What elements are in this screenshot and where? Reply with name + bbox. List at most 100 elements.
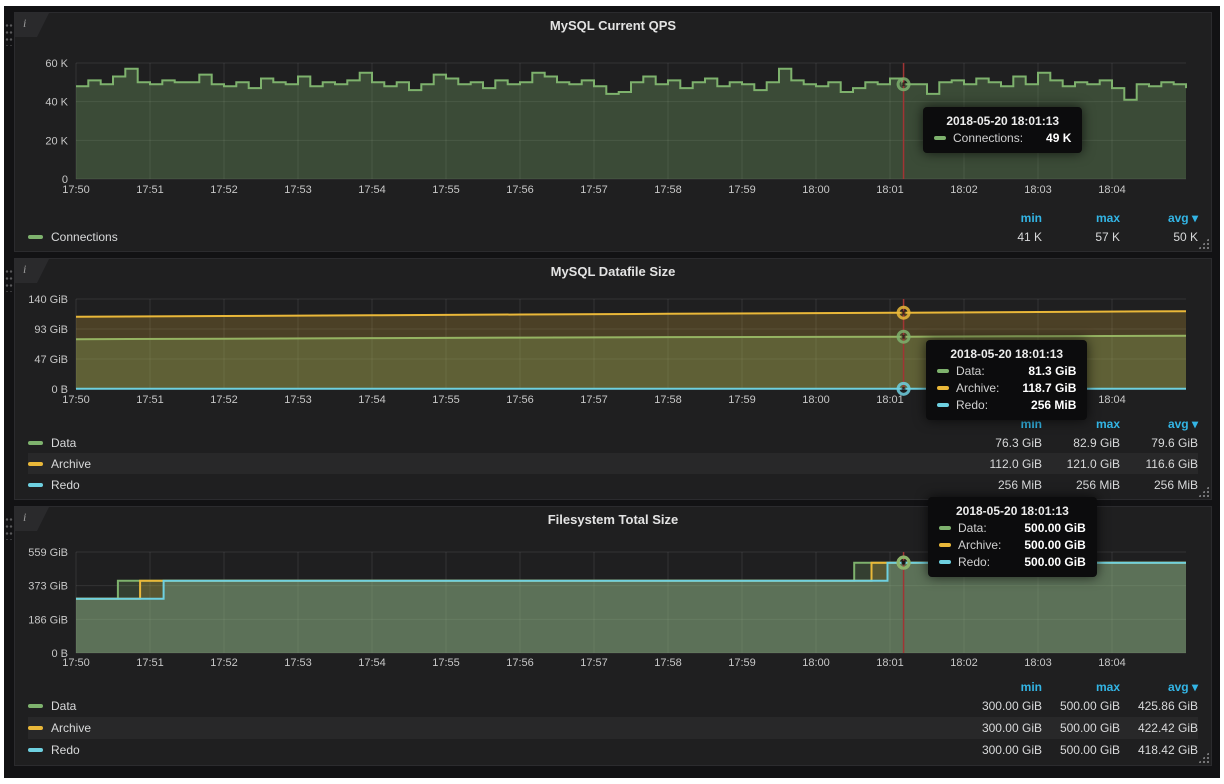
legend-value-max: 500.00 GiB bbox=[1042, 721, 1120, 735]
x-axis-tick-label: 17:51 bbox=[136, 657, 164, 669]
x-axis-tick-label: 18:01 bbox=[876, 394, 904, 406]
x-axis-tick-label: 17:50 bbox=[62, 394, 90, 406]
legend-row-data: Data300.00 GiB500.00 GiB425.86 GiB bbox=[28, 695, 1198, 717]
x-axis-tick-label: 18:00 bbox=[802, 394, 830, 406]
x-axis-tick-label: 17:58 bbox=[654, 184, 682, 196]
y-axis-tick-label: 140 GiB bbox=[28, 294, 68, 306]
y-axis-tick-label: 186 GiB bbox=[28, 614, 68, 626]
x-axis-tick-label: 17:51 bbox=[136, 394, 164, 406]
legend-value-max: 57 K bbox=[1042, 230, 1120, 244]
legend-series-toggle-archive[interactable]: Archive bbox=[28, 457, 964, 471]
x-axis-tick-label: 18:01 bbox=[876, 184, 904, 196]
panel-drag-handle[interactable] bbox=[5, 22, 13, 46]
panel-drag-handle[interactable] bbox=[5, 516, 13, 540]
legend-header-avg[interactable]: avg ▾ bbox=[1120, 680, 1198, 694]
legend-row-redo: Redo300.00 GiB500.00 GiB418.42 GiB bbox=[28, 739, 1198, 761]
series-color-dash-icon bbox=[937, 369, 949, 373]
x-axis-tick-label: 17:52 bbox=[210, 184, 238, 196]
tooltip-row-redo: Redo:256 MiB bbox=[937, 398, 1076, 412]
tooltip-series-value: 118.7 GiB bbox=[1006, 381, 1076, 395]
legend-value-max: 500.00 GiB bbox=[1042, 743, 1120, 757]
tooltip-series-value: 256 MiB bbox=[1015, 398, 1076, 412]
graph-tooltip: 2018-05-20 18:01:13Data:500.00 GiBArchiv… bbox=[928, 497, 1097, 577]
x-axis-tick-label: 17:56 bbox=[506, 657, 534, 669]
x-axis-tick-label: 18:03 bbox=[1024, 184, 1052, 196]
x-axis-tick-label: 18:04 bbox=[1098, 657, 1126, 669]
x-axis-tick-label: 17:57 bbox=[580, 657, 608, 669]
legend-header-max[interactable]: max bbox=[1042, 211, 1120, 225]
legend-series-toggle-archive[interactable]: Archive bbox=[28, 721, 964, 735]
tooltip-timestamp: 2018-05-20 18:01:13 bbox=[934, 114, 1071, 128]
crosshair-point-center bbox=[902, 82, 906, 86]
legend-header-min[interactable]: min bbox=[964, 211, 1042, 225]
legend-series-toggle-connections[interactable]: Connections bbox=[28, 230, 964, 244]
tooltip-series-name: Data: bbox=[958, 521, 987, 535]
grafana-dashboard: { "colors": { "green": "#7eb26d", "yello… bbox=[0, 0, 1224, 784]
x-axis-tick-label: 17:59 bbox=[728, 184, 756, 196]
tooltip-series-name: Connections: bbox=[953, 131, 1023, 145]
legend: minmaxavg ▾Data300.00 GiB500.00 GiB425.8… bbox=[15, 678, 1211, 765]
tooltip-row-archive: Archive: 500.00 GiB bbox=[939, 538, 1086, 552]
x-axis-tick-label: 17:53 bbox=[284, 394, 312, 406]
series-color-dash-icon bbox=[934, 136, 946, 140]
legend-value-avg: 79.6 GiB bbox=[1120, 436, 1198, 450]
series-color-dash-icon bbox=[28, 748, 43, 752]
legend-value-min: 300.00 GiB bbox=[964, 743, 1042, 757]
legend-header-avg[interactable]: avg ▾ bbox=[1120, 417, 1198, 431]
legend-header-max[interactable]: max bbox=[1042, 680, 1120, 694]
x-axis-tick-label: 18:03 bbox=[1024, 657, 1052, 669]
y-axis-tick-label: 20 K bbox=[45, 135, 68, 147]
legend-header-min[interactable]: min bbox=[964, 680, 1042, 694]
x-axis-tick-label: 17:58 bbox=[654, 394, 682, 406]
x-axis-tick-label: 18:04 bbox=[1098, 184, 1126, 196]
x-axis-tick-label: 17:51 bbox=[136, 184, 164, 196]
x-axis-tick-label: 17:53 bbox=[284, 657, 312, 669]
tooltip-series-name: Archive: bbox=[958, 538, 1001, 552]
x-axis-tick-label: 18:01 bbox=[876, 657, 904, 669]
tooltip-row-data: Data:81.3 GiB bbox=[937, 364, 1076, 378]
legend-row-data: Data76.3 GiB82.9 GiB79.6 GiB bbox=[28, 432, 1198, 453]
series-color-dash-icon bbox=[937, 386, 949, 390]
x-axis-tick-label: 17:57 bbox=[580, 394, 608, 406]
legend-header-row: minmaxavg ▾ bbox=[28, 678, 1198, 695]
legend-value-max: 500.00 GiB bbox=[1042, 699, 1120, 713]
tooltip-row-redo: Redo:500.00 GiB bbox=[939, 555, 1086, 569]
x-axis-tick-label: 18:00 bbox=[802, 657, 830, 669]
x-axis-tick-label: 17:55 bbox=[432, 184, 460, 196]
x-axis-tick-label: 17:56 bbox=[506, 184, 534, 196]
legend: minmaxavg ▾Connections41 K57 K50 K bbox=[15, 209, 1211, 251]
legend-series-toggle-data[interactable]: Data bbox=[28, 436, 964, 450]
x-axis-tick-label: 17:59 bbox=[728, 657, 756, 669]
legend-value-min: 76.3 GiB bbox=[964, 436, 1042, 450]
legend-value-avg: 422.42 GiB bbox=[1120, 721, 1198, 735]
legend-series-toggle-redo[interactable]: Redo bbox=[28, 478, 964, 492]
legend-value-avg: 425.86 GiB bbox=[1120, 699, 1198, 713]
series-color-dash-icon bbox=[28, 483, 43, 487]
tooltip-series-value: 500.00 GiB bbox=[1008, 538, 1085, 552]
legend-row-connections: Connections41 K57 K50 K bbox=[28, 227, 1198, 247]
legend-header-row: minmaxavg ▾ bbox=[28, 209, 1198, 227]
x-axis-tick-label: 18:02 bbox=[950, 184, 978, 196]
panel-title[interactable]: MySQL Datafile Size bbox=[15, 259, 1211, 285]
legend-value-min: 112.0 GiB bbox=[964, 457, 1042, 471]
series-color-dash-icon bbox=[937, 403, 949, 407]
panel-title[interactable]: MySQL Current QPS bbox=[15, 13, 1211, 39]
tooltip-timestamp: 2018-05-20 18:01:13 bbox=[937, 347, 1076, 361]
x-axis-tick-label: 17:57 bbox=[580, 184, 608, 196]
legend-header-avg[interactable]: avg ▾ bbox=[1120, 211, 1198, 225]
tooltip-series-value: 500.00 GiB bbox=[1008, 521, 1085, 535]
series-color-dash-icon bbox=[939, 526, 951, 530]
crosshair-point-center bbox=[902, 335, 906, 339]
legend-series-toggle-redo[interactable]: Redo bbox=[28, 743, 964, 757]
y-axis-tick-label: 60 K bbox=[45, 58, 68, 70]
series-color-dash-icon bbox=[28, 726, 43, 730]
panel-drag-handle[interactable] bbox=[5, 268, 13, 292]
crosshair-point-center bbox=[902, 561, 906, 565]
series-color-dash-icon bbox=[939, 560, 951, 564]
series-color-dash-icon bbox=[28, 462, 43, 466]
legend-row-archive: Archive112.0 GiB121.0 GiB116.6 GiB bbox=[28, 453, 1198, 474]
series-color-dash-icon bbox=[939, 543, 951, 547]
x-axis-tick-label: 17:58 bbox=[654, 657, 682, 669]
tooltip-series-name: Redo: bbox=[958, 555, 990, 569]
legend-series-toggle-data[interactable]: Data bbox=[28, 699, 964, 713]
